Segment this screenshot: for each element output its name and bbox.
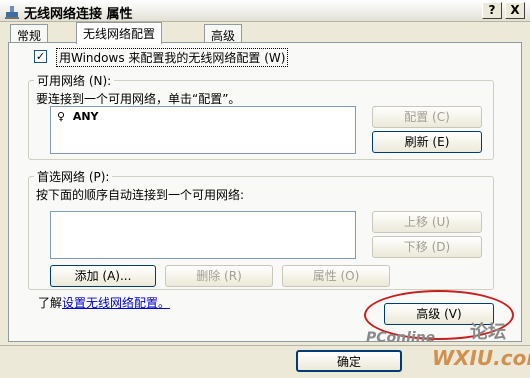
use-windows-label[interactable]: 用Windows 来配置我的无线网络配置 (W) xyxy=(56,48,289,67)
properties-button[interactable]: 属性 (O) xyxy=(282,265,390,287)
learn-prefix: 了解 xyxy=(38,296,63,310)
window-title: 无线网络连接 属性 xyxy=(24,7,133,22)
use-windows-checkbox[interactable]: ✓ xyxy=(34,50,47,63)
learn-link[interactable]: 设置无线网络配置。 xyxy=(62,296,170,310)
preferred-networks-instruction: 按下面的顺序自动连接到一个可用网络: xyxy=(36,188,245,202)
pconline-watermark: PConline xyxy=(366,330,436,346)
refresh-button[interactable]: 刷新 (E) xyxy=(372,131,482,153)
move-up-button[interactable]: 上移 (U) xyxy=(372,211,482,233)
tab-general[interactable]: 常规 xyxy=(10,24,49,43)
wxiu-watermark: WXIU.com xyxy=(432,346,530,370)
forum-watermark: 论坛 xyxy=(470,322,506,343)
help-button[interactable]: ? xyxy=(482,2,502,19)
network-connection-icon xyxy=(5,6,19,19)
learn-text: 了解设置无线网络配置。 xyxy=(38,294,170,311)
preferred-networks-list[interactable] xyxy=(50,211,356,259)
tab-wireless-networks[interactable]: 无线网络配置 xyxy=(76,22,163,44)
add-button[interactable]: 添加 (A)... xyxy=(50,265,156,287)
close-button[interactable]: X xyxy=(505,2,525,19)
available-networks-instruction: 要连接到一个可用网络，单击“配置”。 xyxy=(36,92,241,106)
available-networks-legend: 可用网络 (N): xyxy=(34,72,115,89)
network-name: ANY xyxy=(72,110,99,123)
ok-button[interactable]: 确定 xyxy=(296,350,402,372)
move-down-button[interactable]: 下移 (D) xyxy=(372,236,482,258)
title-bar: 无线网络连接 属性 ? X xyxy=(0,0,530,22)
wireless-network-icon: ♀ xyxy=(57,110,66,123)
configure-button[interactable]: 配置 (C) xyxy=(372,106,482,128)
tab-advanced[interactable]: 高级 xyxy=(204,24,243,43)
available-networks-list[interactable]: ♀ ANY xyxy=(50,106,356,154)
list-item[interactable]: ♀ ANY xyxy=(57,109,99,123)
preferred-networks-legend: 首选网络 (P): xyxy=(34,168,113,185)
delete-button[interactable]: 删除 (R) xyxy=(165,265,273,287)
